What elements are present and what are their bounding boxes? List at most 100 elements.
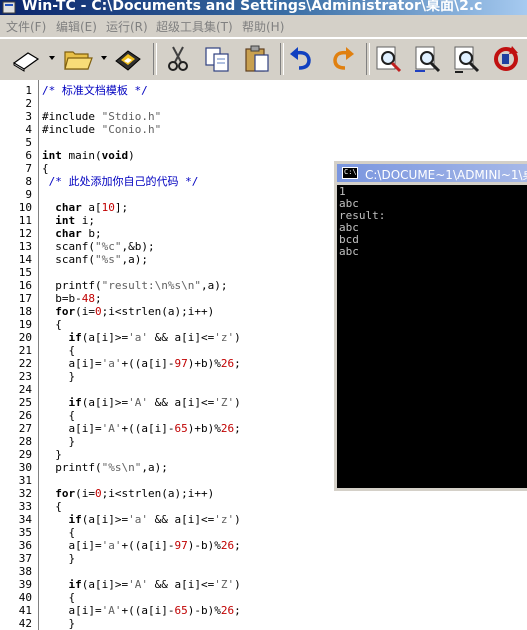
line-number: 21 — [18, 344, 32, 357]
code-line[interactable]: { — [42, 318, 62, 331]
code-line[interactable]: for(i=0;i<strlen(a);i++) — [42, 305, 214, 318]
code-line[interactable]: char b; — [42, 227, 101, 240]
code-line[interactable]: /* 标准文档模板 */ — [42, 84, 148, 97]
line-number: 3 — [25, 110, 32, 123]
code-line[interactable]: { — [42, 500, 62, 513]
menu-tools[interactable]: 超级工具集(T) — [156, 18, 233, 35]
line-number: 22 — [18, 357, 32, 370]
line-number: 17 — [18, 292, 32, 305]
code-line[interactable]: char a[10]; — [42, 201, 128, 214]
redo-icon — [333, 47, 354, 70]
save-button[interactable] — [112, 43, 144, 75]
title-bar[interactable]: Win-TC - C:\Documents and Settings\Admin… — [0, 0, 527, 15]
magnifier-icon — [415, 46, 441, 73]
line-number: 12 — [18, 227, 32, 240]
open-dropdown-arrow-icon[interactable] — [101, 56, 107, 60]
code-line[interactable]: } — [42, 435, 75, 448]
menu-file[interactable]: 文件(F) — [6, 18, 46, 35]
refresh-icon — [494, 46, 518, 71]
toolbar — [0, 38, 527, 81]
line-number: 2 — [25, 97, 32, 110]
code-line[interactable]: scanf("%s",a); — [42, 253, 148, 266]
code-line[interactable]: { — [42, 162, 49, 175]
code-line[interactable]: #include "Stdio.h" — [42, 110, 161, 123]
menu-help[interactable]: 帮助(H) — [242, 18, 284, 35]
code-line[interactable]: if(a[i]>='A' && a[i]<='Z') — [42, 396, 241, 409]
code-line[interactable]: b=b-48; — [42, 292, 101, 305]
code-line[interactable]: } — [42, 370, 75, 383]
code-line[interactable]: scanf("%c",&b); — [42, 240, 154, 253]
code-line[interactable]: if(a[i]>='a' && a[i]<='z') — [42, 513, 241, 526]
cut-button[interactable] — [162, 43, 194, 75]
save-icon — [115, 50, 141, 71]
console-window[interactable]: C:\ C:\DOCUME~1\ADMINI~1\桌 1 abc result: ab… — [333, 160, 527, 491]
line-number: 33 — [18, 500, 32, 513]
reload-button[interactable] — [490, 43, 522, 75]
code-line[interactable]: { — [42, 409, 75, 422]
line-number: 23 — [18, 370, 32, 383]
code-line[interactable]: } — [42, 448, 62, 461]
console-title-bar[interactable]: C:\ C:\DOCUME~1\ADMINI~1\桌 — [337, 164, 527, 182]
console-output-line: abc — [339, 245, 359, 258]
line-number: 26 — [18, 409, 32, 422]
menu-edit[interactable]: 编辑(E) — [56, 18, 97, 35]
code-line[interactable]: #include "Conio.h" — [42, 123, 161, 136]
line-number: 16 — [18, 279, 32, 292]
line-number: 20 — [18, 331, 32, 344]
copy-icon — [205, 47, 229, 72]
open-folder-icon — [64, 51, 93, 70]
code-line[interactable]: a[i]='A'+((a[i]-65)-b)%26; — [42, 604, 240, 617]
new-file-button[interactable] — [10, 43, 42, 75]
console-title: C:\DOCUME~1\ADMINI~1\桌 — [365, 168, 527, 182]
code-line[interactable]: if(a[i]>='a' && a[i]<='z') — [42, 331, 241, 344]
code-line[interactable]: } — [42, 552, 75, 565]
magnifier-icon — [454, 46, 480, 73]
copy-button[interactable] — [201, 43, 233, 75]
paste-button[interactable] — [241, 43, 273, 75]
line-number-gutter: 1 2 3 4 5 6 7 8 9 10 11 12 13 14 15 16 17 18 19 20 21 22 23 24 2… — [0, 80, 39, 630]
line-number: 34 — [18, 513, 32, 526]
code-line[interactable]: a[i]='A'+((a[i]-65)+b)%26; — [42, 422, 240, 435]
line-number: 42 — [18, 617, 32, 630]
code-line[interactable]: printf("%s\n",a); — [42, 461, 168, 474]
line-number: 37 — [18, 552, 32, 565]
replace-button[interactable] — [451, 43, 483, 75]
code-line[interactable]: if(a[i]>='A' && a[i]<='Z') — [42, 578, 241, 591]
magnifier-icon — [376, 46, 402, 73]
code-line[interactable]: { — [42, 526, 75, 539]
menu-run[interactable]: 运行(R) — [106, 18, 148, 35]
line-number: 24 — [18, 383, 32, 396]
code-line[interactable]: { — [42, 344, 75, 357]
find-next-button[interactable] — [412, 43, 444, 75]
code-line[interactable]: /* 此处添加你自己的代码 */ — [42, 175, 199, 188]
console-output[interactable]: 1 abc result: abc bcd abc — [337, 185, 527, 488]
open-file-button[interactable] — [62, 43, 94, 75]
line-number: 28 — [18, 435, 32, 448]
code-line[interactable]: for(i=0;i<strlen(a);i++) — [42, 487, 214, 500]
code-line[interactable]: int main(void) — [42, 149, 135, 162]
undo-icon — [290, 47, 311, 70]
line-number: 41 — [18, 604, 32, 617]
toolbar-separator — [366, 43, 370, 75]
find-button[interactable] — [373, 43, 405, 75]
code-line[interactable]: a[i]='a'+((a[i]-97)-b)%26; — [42, 539, 240, 552]
scissors-icon — [168, 46, 188, 71]
line-number: 27 — [18, 422, 32, 435]
line-number: 31 — [18, 474, 32, 487]
toolbar-separator — [153, 43, 157, 75]
line-number: 1 — [25, 84, 32, 97]
code-line[interactable]: int i; — [42, 214, 95, 227]
code-line[interactable]: a[i]='a'+((a[i]-97)+b)%26; — [42, 357, 240, 370]
line-number: 10 — [18, 201, 32, 214]
code-line[interactable]: printf("result:\n%s\n",a); — [42, 279, 227, 292]
line-number: 38 — [18, 565, 32, 578]
code-line[interactable]: } — [42, 617, 75, 630]
new-dropdown-arrow-icon[interactable] — [49, 56, 55, 60]
line-number: 18 — [18, 305, 32, 318]
line-number: 36 — [18, 539, 32, 552]
code-line[interactable]: { — [42, 591, 75, 604]
redo-button[interactable] — [326, 43, 358, 75]
toolbar-separator — [280, 43, 284, 75]
undo-button[interactable] — [286, 43, 318, 75]
new-file-icon — [12, 52, 40, 72]
